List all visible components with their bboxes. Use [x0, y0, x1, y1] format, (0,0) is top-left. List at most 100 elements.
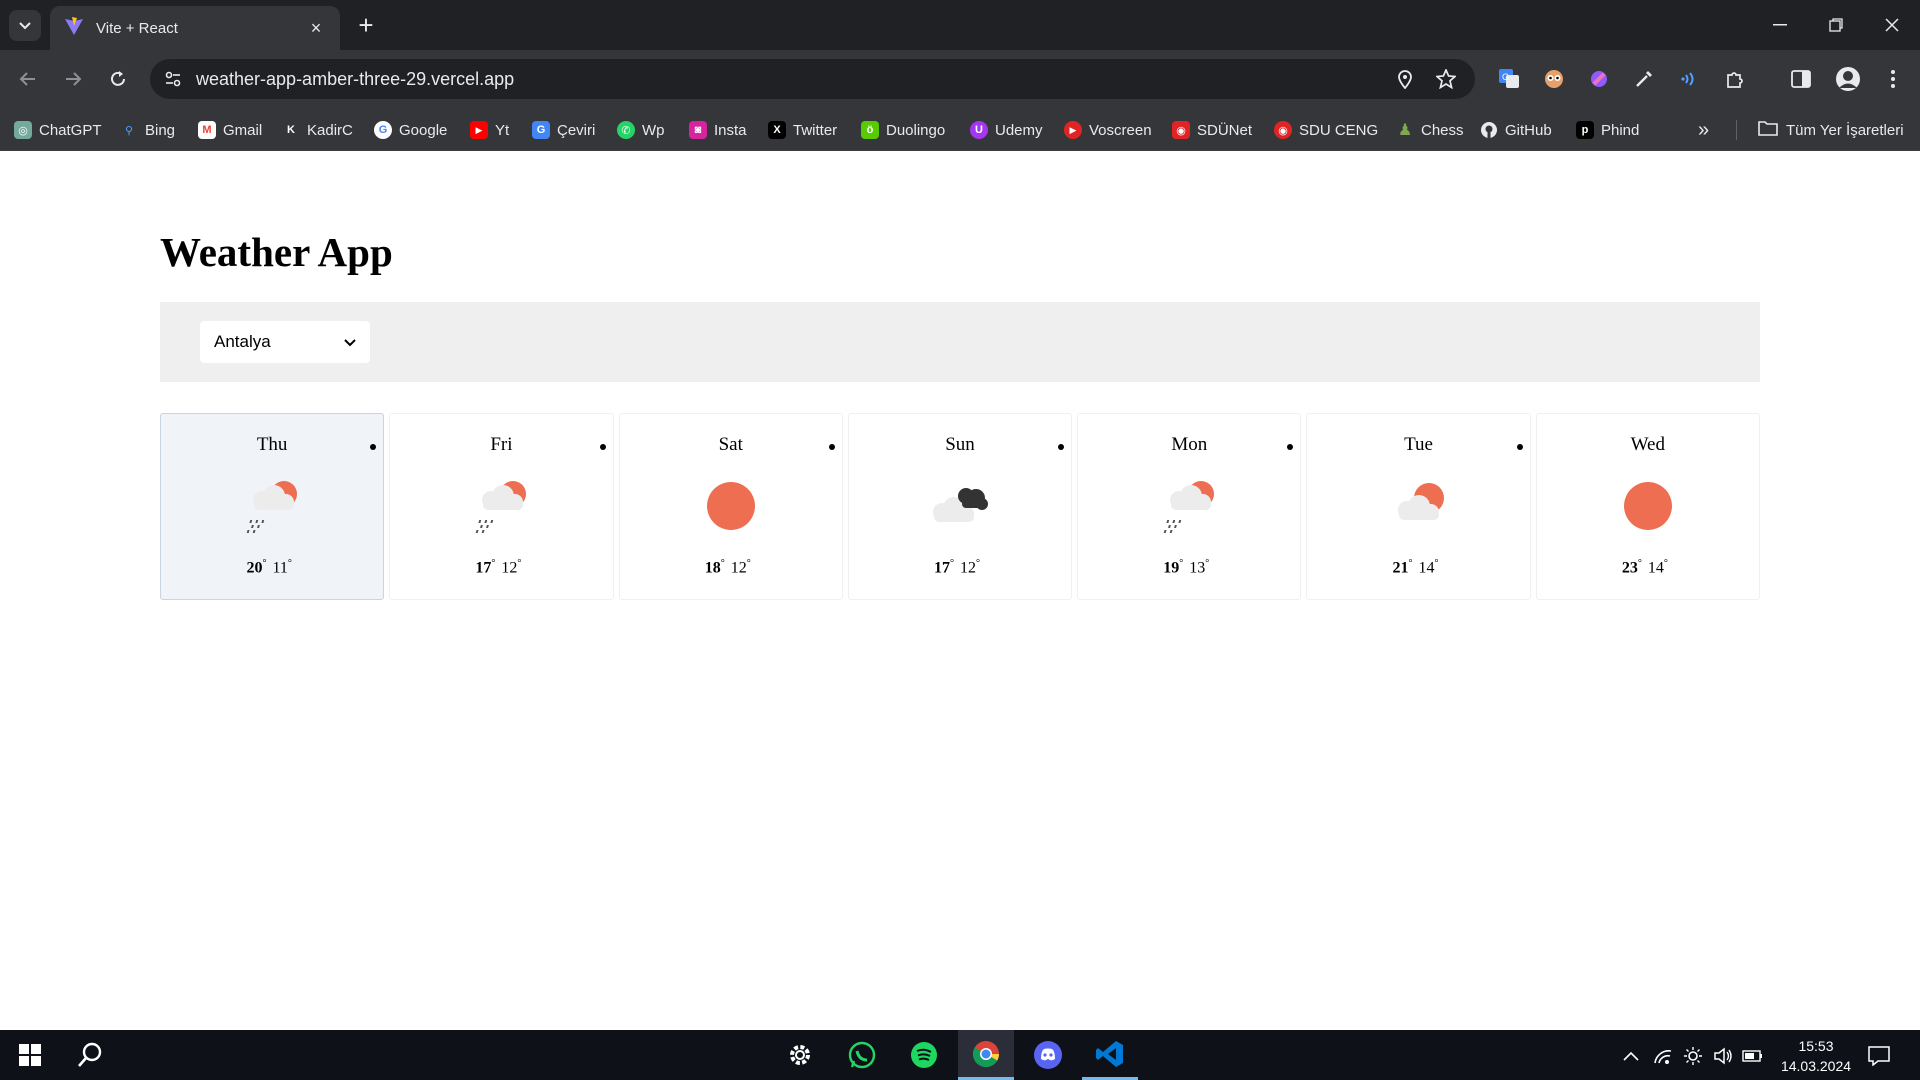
browser-toolbar: weather-app-amber-three-29.vercel.app G — [0, 50, 1920, 108]
forecast-day-card[interactable]: Mon 19° 13° — [1077, 413, 1302, 600]
network-icon[interactable] — [1652, 1045, 1674, 1067]
bookmark-voscreen[interactable]: ▶ Voscreen — [1064, 119, 1152, 141]
forward-button[interactable] — [55, 61, 91, 97]
bookmark-instagram[interactable]: ◙ Insta — [689, 119, 747, 141]
eyedropper-extension-icon[interactable] — [1627, 62, 1661, 96]
site-settings-icon[interactable] — [164, 70, 182, 93]
city-select[interactable]: Antalya — [200, 321, 370, 363]
owl-extension-icon[interactable] — [1537, 62, 1571, 96]
gmail-icon: M — [198, 121, 216, 139]
taskbar-spotify[interactable] — [896, 1030, 952, 1080]
bookmark-twitter[interactable]: X Twitter — [768, 119, 837, 141]
more-bookmarks-button[interactable]: » — [1698, 119, 1709, 141]
url-text: weather-app-amber-three-29.vercel.app — [196, 69, 515, 89]
bullet-dot-icon — [599, 444, 606, 450]
new-tab-button[interactable]: + — [352, 12, 380, 40]
taskbar-chrome[interactable] — [958, 1030, 1014, 1080]
taskbar-settings[interactable] — [772, 1030, 828, 1080]
profile-avatar[interactable] — [1831, 62, 1865, 96]
bookmark-bing[interactable]: ⚲ Bing — [120, 119, 175, 141]
bookmark-duolingo[interactable]: ö Duolingo — [861, 119, 945, 141]
browser-menu-icon[interactable] — [1876, 62, 1910, 96]
day-name: Wed — [1630, 434, 1665, 455]
low-temp: 12 — [501, 559, 518, 577]
forecast-day-card[interactable]: Thu 20° 11° — [160, 413, 385, 600]
bookmark-phind[interactable]: p Phind — [1576, 119, 1639, 141]
forecast-day-card[interactable]: Fri 17° 12° — [389, 413, 614, 600]
browser-tab[interactable]: Vite + React × — [50, 6, 340, 50]
forecast-day-card[interactable]: Wed 23° 14° — [1535, 413, 1760, 600]
temperature-range: 17° 12° — [390, 558, 612, 577]
bookmark-chess[interactable]: ♟ Chess — [1396, 119, 1464, 141]
whatsapp-icon: ✆ — [617, 121, 635, 139]
audio-wave-extension-icon[interactable] — [1672, 62, 1706, 96]
high-temp: 21 — [1392, 559, 1409, 577]
taskbar-vscode[interactable] — [1082, 1030, 1138, 1080]
high-temp: 18 — [704, 559, 721, 577]
degree-symbol: ° — [1205, 558, 1210, 569]
tray-overflow-icon[interactable] — [1620, 1045, 1642, 1067]
svg-text:G: G — [1502, 72, 1509, 82]
volume-icon[interactable] — [1712, 1045, 1734, 1067]
sun-icon — [1608, 476, 1688, 536]
temperature-range: 20° 11° — [161, 558, 383, 577]
close-window-button[interactable] — [1864, 0, 1920, 50]
degree-symbol: ° — [517, 558, 522, 569]
forecast-day-card[interactable]: Sat 18° 12° — [618, 413, 843, 600]
google-translate-extension-icon[interactable]: G — [1492, 62, 1526, 96]
taskbar-whatsapp[interactable] — [834, 1030, 890, 1080]
bookmark-gmail[interactable]: M Gmail — [198, 119, 262, 141]
address-bar[interactable]: weather-app-amber-three-29.vercel.app — [150, 59, 1475, 99]
minimize-icon — [1773, 24, 1787, 26]
city-selector-bar: Antalya — [160, 302, 1760, 382]
start-button[interactable] — [2, 1030, 58, 1080]
degree-symbol: ° — [720, 558, 725, 569]
tab-close-button[interactable]: × — [306, 18, 326, 39]
side-panel-icon[interactable] — [1784, 62, 1818, 96]
dark-clouds-icon — [920, 476, 1000, 536]
duolingo-icon: ö — [861, 121, 879, 139]
extensions-puzzle-icon[interactable] — [1718, 62, 1752, 96]
bookmark-sdu-ceng[interactable]: ◉ SDU CENG — [1274, 119, 1378, 141]
taskbar-clock[interactable]: 15:53 14.03.2024 — [1776, 1036, 1856, 1076]
bookmark-github[interactable]: GitHub — [1480, 119, 1552, 141]
restore-button[interactable] — [1808, 0, 1864, 50]
bullet-dot-icon — [828, 444, 835, 450]
sun-icon — [691, 476, 771, 536]
battery-icon[interactable] — [1742, 1045, 1764, 1067]
location-pin-icon[interactable] — [1396, 69, 1414, 94]
bookmark-sdunet[interactable]: ◉ SDÜNet — [1172, 119, 1252, 141]
high-temp: 19 — [1163, 559, 1180, 577]
discord-icon — [1034, 1041, 1062, 1069]
brightness-icon[interactable] — [1682, 1045, 1704, 1067]
windows-taskbar: 15:53 14.03.2024 — [0, 1030, 1920, 1080]
degree-symbol: ° — [1179, 558, 1184, 569]
forecast-day-card[interactable]: Tue 21° 14° — [1306, 413, 1531, 600]
taskbar-search-button[interactable] — [62, 1030, 118, 1080]
chatgpt-icon: ◎ — [14, 121, 32, 139]
reload-button[interactable] — [100, 61, 136, 97]
chevron-down-icon — [344, 332, 356, 352]
gradient-extension-icon[interactable] — [1582, 62, 1616, 96]
bookmark-google[interactable]: G Google — [374, 119, 447, 141]
bookmark-youtube[interactable]: ▶ Yt — [470, 119, 509, 141]
bookmark-star-icon[interactable] — [1434, 67, 1458, 94]
all-bookmarks-folder[interactable]: Tüm Yer İşaretleri — [1758, 119, 1904, 141]
spotify-icon — [911, 1042, 937, 1068]
back-button[interactable] — [10, 61, 46, 97]
vite-logo-icon — [64, 16, 84, 41]
notifications-icon[interactable] — [1868, 1045, 1890, 1067]
bookmark-chatgpt[interactable]: ◎ ChatGPT — [14, 119, 102, 141]
forecast-day-card[interactable]: Sun 17° 12° — [847, 413, 1073, 600]
bookmark-whatsapp[interactable]: ✆ Wp — [617, 119, 665, 141]
bookmark-ceviri[interactable]: G Çeviri — [532, 119, 595, 141]
restore-icon — [1829, 18, 1843, 32]
partly-cloudy-icon — [1379, 476, 1459, 536]
bookmark-udemy[interactable]: U Udemy — [970, 119, 1043, 141]
taskbar-discord[interactable] — [1020, 1030, 1076, 1080]
page-title: Weather App — [160, 229, 393, 275]
tab-search-button[interactable] — [9, 10, 41, 41]
minimize-button[interactable] — [1752, 0, 1808, 50]
bookmark-kadirc[interactable]: K KadirC — [282, 119, 353, 141]
degree-symbol: ° — [1434, 558, 1439, 569]
